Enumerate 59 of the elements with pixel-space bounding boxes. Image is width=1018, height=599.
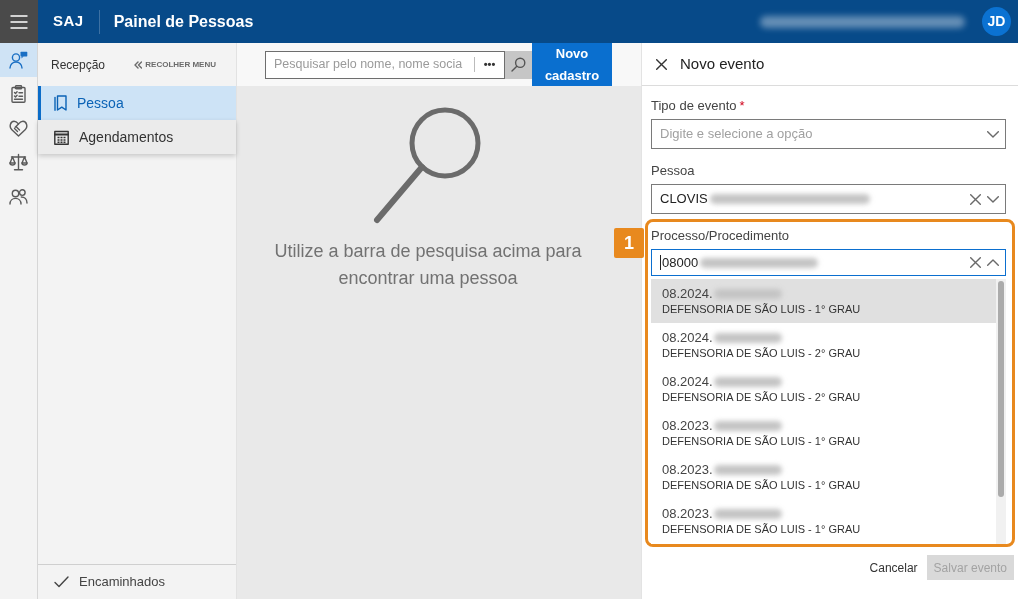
close-button[interactable]: [656, 58, 667, 70]
more-button[interactable]: •••: [475, 51, 504, 78]
side-menu-item[interactable]: Encaminhados: [38, 565, 236, 599]
option-court: DEFENSORIA DE SÃO LUIS - 1° GRAU: [662, 522, 862, 537]
option-number: 08.2023.: [662, 506, 713, 522]
close-icon: [656, 58, 667, 70]
menu-icon: [10, 14, 28, 29]
search-input[interactable]: Pesquisar pelo nome, nome socia: [266, 55, 474, 74]
double-chevron-left-icon: [134, 60, 143, 69]
cancel-button[interactable]: Cancelar: [869, 558, 918, 577]
scales-icon: [9, 153, 28, 171]
person-chat-icon: [9, 51, 28, 69]
side-menu-item[interactable]: Agendamentos: [38, 120, 236, 154]
field-label: Processo/Procedimento: [651, 227, 790, 245]
panel-title: Novo evento: [680, 53, 765, 74]
field-label: Pessoa: [651, 162, 696, 180]
empty-state-message: Utilize a barra de pesquisa acima para encontrar uma pessoa: [273, 240, 583, 290]
option-court: DEFENSORIA DE SÃO LUIS - 2° GRAU: [662, 346, 862, 361]
option-number: 08.2024.: [662, 286, 713, 302]
option-number: 08.2024.: [662, 330, 713, 346]
field-label: Tipo de evento *: [651, 97, 746, 115]
text-cursor-icon: [660, 255, 661, 270]
dropdown-field[interactable]: Digite e selecione a opção: [651, 119, 1006, 149]
step-badge: 1: [614, 228, 644, 258]
option-court: DEFENSORIA DE SÃO LUIS - 2° GRAU: [662, 390, 862, 405]
search-icon: [511, 57, 526, 72]
people-icon: [9, 187, 28, 205]
dropdown-field[interactable]: CLOVIS: [651, 184, 1006, 214]
option-number: 08.2023.: [662, 418, 713, 434]
option-number: 08.2023.: [662, 462, 713, 478]
clear-icon[interactable]: [970, 257, 981, 268]
user-avatar[interactable]: JD: [982, 7, 1011, 36]
clear-icon[interactable]: [970, 193, 981, 205]
dropdown-option[interactable]: 08.2024. DEFENSORIA DE SÃO LUIS - 1° GRAU: [651, 279, 996, 323]
search-field[interactable]: Pesquisar pelo nome, nome socia •••: [265, 50, 505, 79]
chevron-down-icon[interactable]: [987, 130, 999, 138]
search-button[interactable]: [505, 50, 532, 79]
option-number: 08.2024.: [662, 374, 713, 390]
chevron-up-icon[interactable]: [987, 259, 999, 266]
heart-icon: [9, 119, 28, 137]
page-title: Painel de Pessoas: [113, 11, 254, 32]
collapse-menu-button[interactable]: RECOLHER MENU: [134, 58, 216, 71]
check-icon: [54, 576, 69, 588]
scrollbar-thumb[interactable]: [998, 281, 1004, 497]
option-court: DEFENSORIA DE SÃO LUIS - 1° GRAU: [662, 478, 862, 493]
option-court: DEFENSORIA DE SÃO LUIS - 1° GRAU: [662, 302, 862, 317]
menu-button[interactable]: [0, 0, 38, 43]
new-record-button[interactable]: Novo cadastro: [532, 43, 612, 86]
dropdown-field[interactable]: 08000: [651, 249, 1006, 276]
nav-rail-button[interactable]: [0, 43, 37, 77]
clipboard-icon: [11, 85, 26, 103]
side-menu-item[interactable]: Pessoa: [38, 86, 236, 120]
chevron-down-icon[interactable]: [987, 195, 999, 203]
text-input[interactable]: Digite e selecione a opção: [660, 124, 981, 144]
option-court: DEFENSORIA DE SÃO LUIS - 1° GRAU: [662, 434, 862, 449]
bookmark-icon: [54, 95, 67, 111]
section-title: Recepção: [51, 56, 106, 74]
product-name: SAJ: [53, 11, 84, 32]
calendar-icon: [54, 129, 69, 145]
